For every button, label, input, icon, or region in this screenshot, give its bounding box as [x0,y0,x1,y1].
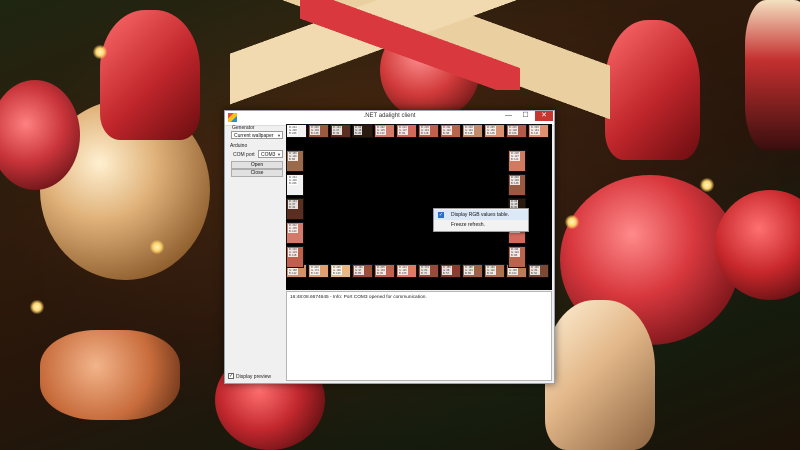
rgb-value-label: R: 239 G: 164 B: 131 [530,126,540,135]
arduino-label: Arduino [230,143,248,149]
menu-item-freeze-refresh[interactable]: Freeze refresh. [434,220,528,230]
led-cell: R: 239 G: 164 B: 131 [528,124,549,138]
rgb-value-label: R: 199 G: 119 B: 92 [486,266,496,275]
rgb-value-label: R: 232 G: 135 B: 123 [376,126,386,135]
rgb-value-label: R: 232 G: 135 B: 123 [288,224,298,233]
chevron-down-icon: ▼ [277,152,281,157]
check-icon: ✓ [438,212,444,218]
fairy-light [150,240,164,254]
led-cell: R: 166 G: 116 B: 86 [286,150,304,172]
led-cell: R: 211 G: 122 B: 98 [508,246,526,268]
menu-item-display-rgb-values[interactable]: ✓ Display RGB values table. [434,210,528,220]
led-cell: R: 174 G: 82 B: 70 [418,264,439,278]
led-cell: R: 219 G: 133 B: 118 [286,246,304,268]
rgb-value-label: R: 218 G: 149 B: 118 [464,126,474,135]
com-port-select[interactable]: COM3 ▼ [258,150,283,158]
rgb-value-label: R: 235 G: 160 B: 128 [486,126,496,135]
rgb-value-label: R: 219 G: 133 B: 118 [288,248,298,257]
rgb-value-label: R: 174 G: 82 B: 70 [420,266,430,275]
rgb-value-label: R: 134 G: 67 B: 49 [288,200,298,209]
rgb-value-label: R: 213 G: 107 B: 99 [398,126,408,135]
rgb-value-label: R: 166 G: 116 B: 86 [288,152,298,161]
led-cell: R: 224 G: 230 B: 226 [286,174,304,196]
led-cell: R: 213 G: 107 B: 99 [396,124,417,138]
led-cell: R: 191 G: 97 B: 85 [352,264,373,278]
led-cell: R: 200 G: 139 B: 128 [508,174,526,196]
red-ribbon [300,0,520,90]
led-cell: R: 156 G: 68 B: 57 [440,264,461,278]
rgb-value-label: R: 219 G: 133 B: 118 [420,126,430,135]
rgb-value-label: R: 66 G: 45 B: 30 [354,126,363,135]
rocking-horse [40,330,180,420]
rgb-value-label: R: 205 G: 104 B: 90 [376,266,386,275]
led-cell: R: 134 G: 67 B: 49 [286,198,304,220]
minimize-button[interactable]: — [501,111,516,121]
log-panel[interactable]: 16:48:08.6674645 - Info: Port COM3 opene… [286,291,552,381]
nutcracker-figure [745,0,800,150]
display-preview-label: Display preview [236,374,272,380]
led-cell: R: 224 G: 230 B: 226 [286,124,307,138]
com-port-select-value: COM3 [261,152,276,158]
led-cell: R: 211 G: 122 B: 98 [440,124,461,138]
menu-item-label: Display RGB values table. [451,212,510,218]
maximize-button[interactable]: ☐ [518,111,533,121]
led-cell: R: 200 G: 139 B: 128 [308,124,329,138]
close-button[interactable]: Close [231,169,283,177]
rgb-value-label: R: 200 G: 139 B: 128 [510,176,520,185]
led-cell: R: 240 G: 174 B: 130 [308,264,329,278]
led-cell: R: 136 G: 84 B: 60 [528,264,549,278]
led-cell: R: 219 G: 133 B: 118 [418,124,439,138]
led-cell: R: 232 G: 135 B: 123 [374,124,395,138]
led-cell: R: 210 G: 128 B: 106 [506,124,527,138]
fairy-light [565,215,579,229]
rgb-value-label: R: 245 G: 190 B: 140 [332,266,342,275]
com-port-label: COM port [233,152,255,158]
rgb-value-label: R: 240 G: 174 B: 130 [310,266,320,275]
rgb-value-label: R: 224 G: 230 B: 226 [288,126,298,135]
rgb-value-label: R: 134 G: 67 B: 49 [332,126,342,135]
red-bell-right [605,20,700,160]
generator-select-value: Current wallpaper [234,133,274,139]
close-window-button[interactable]: ✕ [535,111,553,121]
led-cell: R: 218 G: 137 B: 113 [508,150,526,172]
red-bell-left [100,10,200,140]
rgb-value-label: R: 156 G: 68 B: 57 [442,266,452,275]
context-menu: ✓ Display RGB values table. Freeze refre… [433,208,529,232]
chevron-down-icon: ▼ [277,133,281,138]
led-cell: R: 66 G: 45 B: 30 [352,124,373,138]
gold-bell-bottomright [545,300,655,450]
rgb-value-label: R: 224 G: 230 B: 226 [288,176,298,185]
rgb-value-label: R: 223 G: 115 B: 105 [398,266,408,275]
led-cell: R: 134 G: 67 B: 49 [330,124,351,138]
rgb-value-label: R: 210 G: 128 B: 106 [508,126,518,135]
log-line: 16:48:08.6674645 - Info: Port COM3 opene… [290,295,427,300]
menu-item-label: Freeze refresh. [451,222,485,228]
generator-select[interactable]: Current wallpaper ▼ [231,131,283,139]
led-cell: R: 232 G: 135 B: 123 [286,222,304,244]
fairy-light [30,300,44,314]
led-cell: R: 188 G: 101 B: 80 [462,264,483,278]
open-button[interactable]: Open [231,161,283,169]
fairy-light [700,178,714,192]
led-cell: R: 245 G: 190 B: 140 [330,264,351,278]
led-cell: R: 223 G: 115 B: 105 [396,264,417,278]
led-preview[interactable]: R: 224 G: 230 B: 226 R: 200 G: 139 B: 128… [286,124,552,290]
rgb-value-label: R: 188 G: 101 B: 80 [464,266,474,275]
led-cell: R: 218 G: 149 B: 118 [462,124,483,138]
fairy-light [93,45,107,59]
rgb-value-label: R: 211 G: 122 B: 98 [442,126,452,135]
led-cell: R: 199 G: 119 B: 92 [484,264,505,278]
rgb-value-label: R: 136 G: 84 B: 60 [530,266,540,275]
led-cell: R: 205 G: 104 B: 90 [374,264,395,278]
display-preview-checkbox[interactable]: ✓ [228,373,234,379]
rgb-value-label: R: 211 G: 122 B: 98 [510,248,520,257]
rgb-value-label: R: 191 G: 97 B: 85 [354,266,364,275]
rgb-value-label: R: 218 G: 137 B: 113 [510,152,520,161]
rgb-value-label: R: 200 G: 139 B: 128 [310,126,320,135]
led-cell: R: 235 G: 160 B: 128 [484,124,505,138]
app-window: .NET adalight client — ☐ ✕ Generator Cur… [224,110,555,384]
